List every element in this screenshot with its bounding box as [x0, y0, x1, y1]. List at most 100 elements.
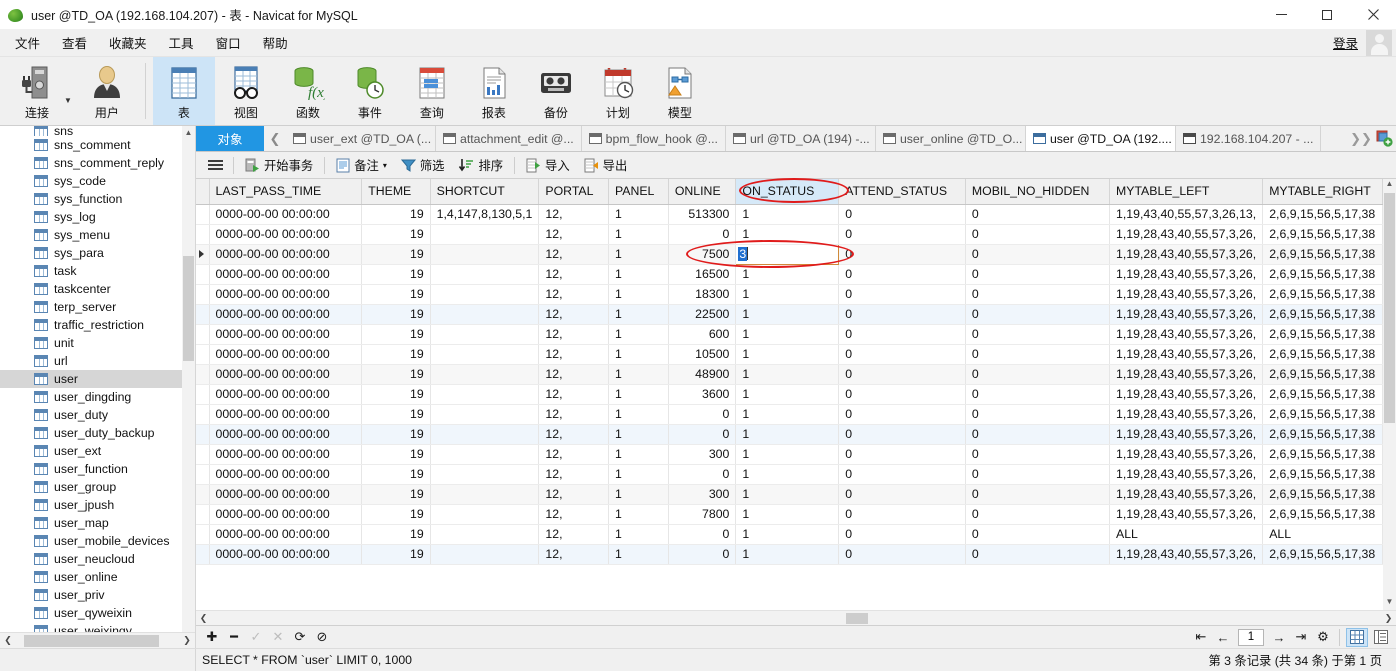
cell-LAST_PASS_TIME[interactable]: 0000-00-00 00:00:00	[209, 524, 363, 545]
cell-MOBIL_NO_HIDDEN[interactable]: 0	[965, 424, 1111, 445]
tree-item-user_ext[interactable]: user_ext	[0, 442, 195, 460]
cell-MYTABLE_RIGHT[interactable]: 2,6,9,15,56,5,17,38	[1262, 224, 1383, 245]
cell-ATTEND_STATUS[interactable]: 0	[838, 524, 966, 545]
cell-ONLINE[interactable]: 16500	[668, 264, 737, 285]
cell-LAST_PASS_TIME[interactable]: 0000-00-00 00:00:00	[209, 364, 363, 385]
object-tree[interactable]: sns sns_comment sns_comment_reply sys_code s…	[0, 126, 195, 632]
tree-item-user_mobile_devices[interactable]: user_mobile_devices	[0, 532, 195, 550]
cell-ATTEND_STATUS[interactable]: 0	[838, 384, 966, 405]
cell-MYTABLE_RIGHT[interactable]: 2,6,9,15,56,5,17,38	[1262, 404, 1383, 425]
editor-tab[interactable]: user_ext @TD_OA (...	[286, 126, 436, 151]
cell-ONLINE[interactable]: 0	[668, 464, 737, 485]
cell-PANEL[interactable]: 1	[608, 224, 669, 245]
tree-item-user[interactable]: user	[0, 370, 195, 388]
cell-THEME[interactable]: 19	[361, 224, 431, 245]
column-header-MYTABLE_LEFT[interactable]: MYTABLE_LEFT	[1109, 179, 1264, 205]
row-selector[interactable]	[196, 224, 210, 245]
table-row[interactable]: 0000-00-00 00:00:00 19 12, 1 300 1 0 0 1,19,28,4…	[196, 484, 1383, 505]
cell-ON_STATUS[interactable]: 1	[735, 264, 840, 285]
cell-ON_STATUS[interactable]: 1	[735, 284, 840, 305]
toolbar-function[interactable]: f(x) 函数	[277, 57, 339, 125]
cell-PANEL[interactable]: 1	[608, 244, 669, 265]
cell-MYTABLE_LEFT[interactable]: 1,19,28,43,40,55,57,3,26,	[1109, 544, 1264, 565]
cell-SHORTCUT[interactable]	[430, 424, 540, 445]
cell-THEME[interactable]: 19	[361, 524, 431, 545]
tab-objects[interactable]: 对象	[196, 126, 264, 151]
tree-item-url[interactable]: url	[0, 352, 195, 370]
cell-MYTABLE_LEFT[interactable]: 1,19,28,43,40,55,57,3,26,	[1109, 364, 1264, 385]
cell-ATTEND_STATUS[interactable]: 0	[838, 544, 966, 565]
toolbar-connection[interactable]: 连接	[6, 57, 68, 125]
toolbar-table[interactable]: 表	[152, 57, 215, 125]
cell-ATTEND_STATUS[interactable]: 0	[838, 344, 966, 365]
cell-MYTABLE_LEFT[interactable]: 1,19,28,43,40,55,57,3,26,	[1109, 264, 1264, 285]
grid-scroll-up-icon[interactable]: ▲	[1383, 179, 1396, 192]
tree-item-task[interactable]: task	[0, 262, 195, 280]
begin-transaction-button[interactable]: 开始事务	[238, 154, 320, 176]
cell-THEME[interactable]: 19	[361, 444, 431, 465]
cell-SHORTCUT[interactable]	[430, 304, 540, 325]
cell-ONLINE[interactable]: 22500	[668, 304, 737, 325]
cell-MYTABLE_LEFT[interactable]: 1,19,28,43,40,55,57,3,26,	[1109, 344, 1264, 365]
cell-SHORTCUT[interactable]	[430, 484, 540, 505]
column-header-MYTABLE_RIGHT[interactable]: MYTABLE_RIGHT	[1262, 179, 1383, 205]
cell-MYTABLE_LEFT[interactable]: 1,19,28,43,40,55,57,3,26,	[1109, 324, 1264, 345]
menu-view[interactable]: 查看	[51, 29, 98, 56]
cell-LAST_PASS_TIME[interactable]: 0000-00-00 00:00:00	[209, 304, 363, 325]
table-row[interactable]: 0000-00-00 00:00:00 19 12, 1 0 1 0 0 1,19,28,43,…	[196, 224, 1383, 245]
stop-button[interactable]: ⊘	[312, 628, 332, 647]
cell-MOBIL_NO_HIDDEN[interactable]: 0	[965, 384, 1111, 405]
cell-PORTAL[interactable]: 12,	[538, 404, 609, 425]
tab-scroll-left-icon[interactable]: ❮	[264, 126, 286, 151]
cell-PANEL[interactable]: 1	[608, 344, 669, 365]
cell-editor-active[interactable]: 3	[735, 243, 840, 265]
cell-SHORTCUT[interactable]	[430, 524, 540, 545]
form-view-button[interactable]	[1370, 628, 1392, 647]
cell-LAST_PASS_TIME[interactable]: 0000-00-00 00:00:00	[209, 464, 363, 485]
tree-item-sys_menu[interactable]: sys_menu	[0, 226, 195, 244]
menu-file[interactable]: 文件	[4, 29, 51, 56]
cell-MOBIL_NO_HIDDEN[interactable]: 0	[965, 304, 1111, 325]
tree-item-user_duty_backup[interactable]: user_duty_backup	[0, 424, 195, 442]
tree-horizontal-scrollbar[interactable]: ❮ ❯	[0, 632, 195, 648]
row-selector[interactable]	[196, 424, 210, 445]
cell-PORTAL[interactable]: 12,	[538, 524, 609, 545]
tree-item-sys_log[interactable]: sys_log	[0, 208, 195, 226]
cell-ONLINE[interactable]: 513300	[668, 204, 737, 225]
minimize-button[interactable]	[1258, 0, 1304, 29]
tree-item-user_online[interactable]: user_online	[0, 568, 195, 586]
cell-MYTABLE_LEFT[interactable]: 1,19,28,43,40,55,57,3,26,	[1109, 444, 1264, 465]
menu-toggle-icon[interactable]	[202, 157, 229, 173]
cell-PORTAL[interactable]: 12,	[538, 444, 609, 465]
column-header-ATTEND_STATUS[interactable]: ATTEND_STATUS	[838, 179, 966, 205]
toolbar-event[interactable]: 事件	[339, 57, 401, 125]
cell-SHORTCUT[interactable]	[430, 324, 540, 345]
cell-SHORTCUT[interactable]	[430, 224, 540, 245]
tree-item-sns_comment_reply[interactable]: sns_comment_reply	[0, 154, 195, 172]
column-header-MOBIL_NO_HIDDEN[interactable]: MOBIL_NO_HIDDEN	[965, 179, 1111, 205]
cell-ATTEND_STATUS[interactable]: 0	[838, 284, 966, 305]
cell-LAST_PASS_TIME[interactable]: 0000-00-00 00:00:00	[209, 324, 363, 345]
cell-MYTABLE_LEFT[interactable]: 1,19,28,43,40,55,57,3,26,	[1109, 424, 1264, 445]
cell-PANEL[interactable]: 1	[608, 264, 669, 285]
cell-MOBIL_NO_HIDDEN[interactable]: 0	[965, 364, 1111, 385]
avatar[interactable]	[1366, 29, 1392, 56]
cell-ONLINE[interactable]: 300	[668, 484, 737, 505]
tab-overflow-icon[interactable]: ❯❯	[1350, 131, 1372, 147]
cell-SHORTCUT[interactable]	[430, 464, 540, 485]
table-row[interactable]: 0000-00-00 00:00:00 19 12, 1 10500 1 0 0 1,19,28…	[196, 344, 1383, 365]
cell-PORTAL[interactable]: 12,	[538, 364, 609, 385]
cell-PANEL[interactable]: 1	[608, 504, 669, 525]
cell-THEME[interactable]: 19	[361, 364, 431, 385]
cell-THEME[interactable]: 19	[361, 464, 431, 485]
cell-MOBIL_NO_HIDDEN[interactable]: 0	[965, 324, 1111, 345]
cell-THEME[interactable]: 19	[361, 404, 431, 425]
cell-THEME[interactable]: 19	[361, 284, 431, 305]
cell-ON_STATUS[interactable]: 1	[735, 524, 840, 545]
cell-PORTAL[interactable]: 12,	[538, 284, 609, 305]
editor-tab[interactable]: attachment_edit @...	[436, 126, 582, 151]
cell-PANEL[interactable]: 1	[608, 384, 669, 405]
cell-SHORTCUT[interactable]	[430, 544, 540, 565]
cell-PORTAL[interactable]: 12,	[538, 484, 609, 505]
cell-LAST_PASS_TIME[interactable]: 0000-00-00 00:00:00	[209, 284, 363, 305]
